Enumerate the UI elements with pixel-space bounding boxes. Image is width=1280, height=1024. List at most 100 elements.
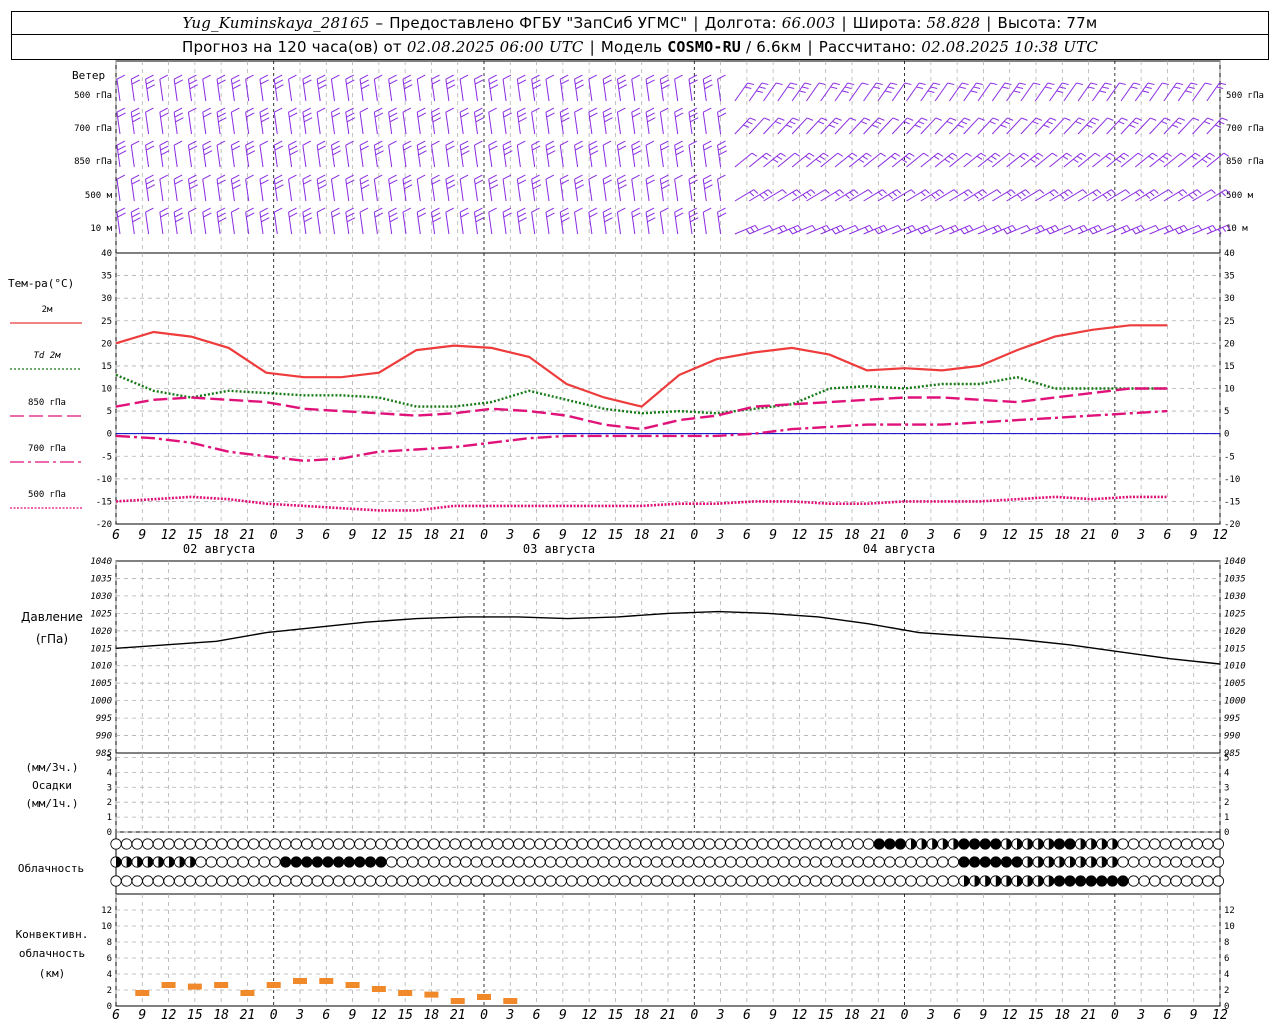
cloud-cover-circle [534, 875, 546, 887]
wind-barb-flag [1064, 117, 1071, 121]
wind-barb-flag [289, 150, 299, 156]
wind-barb-flag [964, 227, 969, 232]
cloud-cover-circle [619, 838, 631, 850]
wind-barb-flag [360, 179, 369, 185]
wind-barb-staff [1106, 82, 1120, 102]
wind-barb-flag [617, 145, 627, 151]
wind-barb-staff [948, 82, 963, 102]
wind-barb-flag [1016, 86, 1024, 90]
precip-unit-1h: (мм/1ч.) [26, 797, 79, 810]
temp-xtick-label: 0 [480, 528, 488, 543]
wind-barb-staff [702, 112, 707, 135]
bottom-xtick-label: 6 [322, 1008, 330, 1023]
wind-barb-flag [402, 74, 412, 80]
cloud-cover-circle [682, 856, 695, 868]
temp-xtick-label: 9 [349, 528, 357, 543]
cloud-cover-circle [884, 875, 896, 887]
wind-barb-staff [702, 212, 707, 235]
cloud-cover-circle [767, 856, 779, 868]
wind-barb-flag [976, 82, 983, 86]
wind-barb-flag [374, 112, 384, 118]
precip-title: Осадки [32, 779, 72, 792]
wind-barb-flag [1106, 191, 1112, 197]
wind-barb-flag [973, 194, 979, 199]
cloud-cover-circle [417, 856, 429, 868]
wind-barb-flag [618, 184, 627, 190]
wind-barb-flag [1068, 189, 1073, 194]
wind-barb-flag [545, 140, 555, 146]
cloud-cover-circle [343, 838, 355, 850]
wind-barb-flag [890, 82, 898, 86]
wind-barb-staff [187, 212, 192, 235]
wind-barb-flag [1090, 82, 1098, 86]
wind-barb-flag [188, 174, 197, 180]
wind-barb-flag [117, 212, 126, 218]
wind-barb-flag [935, 117, 942, 121]
wind-barb-staff [877, 189, 898, 202]
cloud-cover-circle [894, 875, 907, 887]
wind-barb-flag [1089, 120, 1096, 125]
wind-barb-flag [217, 212, 226, 218]
bottom-xtick-label: 12 [161, 1008, 177, 1023]
wind-barb-staff [991, 152, 1010, 168]
wind-barb-flag [660, 79, 670, 85]
cloud-cover-circle [597, 856, 610, 868]
wind-barb-flag [245, 140, 254, 146]
date-label: 02 августа [183, 542, 255, 556]
wind-barb-staff [863, 189, 883, 202]
wind-barb-flag [431, 112, 441, 118]
wind-barb-flag [917, 228, 922, 234]
wind-barb-flag [574, 140, 583, 146]
wind-barb-staff [316, 212, 321, 235]
prec-ytick-left: 5 [107, 753, 112, 763]
wind-barb-flag [1112, 225, 1117, 231]
cloud-cover-circle [767, 875, 779, 887]
bottom-xtick-label: 9 [559, 1008, 567, 1023]
cloud-cover-circle [884, 856, 896, 868]
wind-barb-flag [346, 79, 355, 85]
wind-barb-flag [131, 179, 141, 185]
wind-barb-flag [754, 225, 759, 231]
bottom-xtick-label: 15 [1028, 1008, 1044, 1023]
wind-barb-flag [445, 107, 454, 113]
cloud-cover-circle [831, 856, 843, 868]
cloud-cover-half [995, 875, 1001, 887]
cloud-cover-circle [449, 856, 461, 868]
wind-barb-flag [560, 74, 569, 80]
cloud-cover-circle [407, 856, 419, 868]
wind-barb-flag [331, 140, 340, 146]
wind-barb-flag [116, 207, 126, 213]
convective-bar [371, 986, 386, 992]
wind-barb-flag [882, 189, 887, 194]
cloud-cover-circle [205, 838, 217, 850]
temp-xtick-label: 15 [397, 528, 413, 543]
wind-barb-flag [802, 194, 808, 199]
cloud-cover-circle [449, 838, 461, 850]
wind-barb-flag [1049, 191, 1055, 197]
cloud-cover-circle [756, 875, 769, 887]
wind-barb-flag [360, 79, 369, 85]
wind-barb-flag [316, 74, 326, 80]
temp-ytick-right: 40 [1224, 249, 1235, 259]
cloud-cover-circle [703, 856, 716, 868]
temp-xtick-label: 0 [690, 528, 698, 543]
wind-barb-staff [763, 82, 777, 102]
temp-legend-label: 2м [42, 305, 53, 315]
wind-barb-flag [858, 158, 865, 163]
cloud-cover-circle [905, 875, 917, 887]
wind-barb-flag [131, 212, 141, 218]
wind-barb-flag [646, 179, 655, 185]
cloud-cover-circle [756, 838, 769, 850]
wind-barb-flag [589, 150, 599, 156]
temp-xtick-label: 21 [450, 528, 466, 543]
wind-barb-flag [1148, 155, 1154, 160]
wind-barb-flag [359, 140, 369, 146]
wind-barb-flag [960, 120, 968, 125]
wind-barb-flag [718, 150, 728, 156]
wind-barb-flag [632, 150, 642, 156]
wind-barb-staff [416, 179, 421, 202]
wind-barb-flag [933, 155, 940, 160]
wind-barb-flag [1190, 82, 1198, 86]
wind-barb-flag [788, 228, 793, 234]
wind-barb-flag [1130, 86, 1138, 90]
